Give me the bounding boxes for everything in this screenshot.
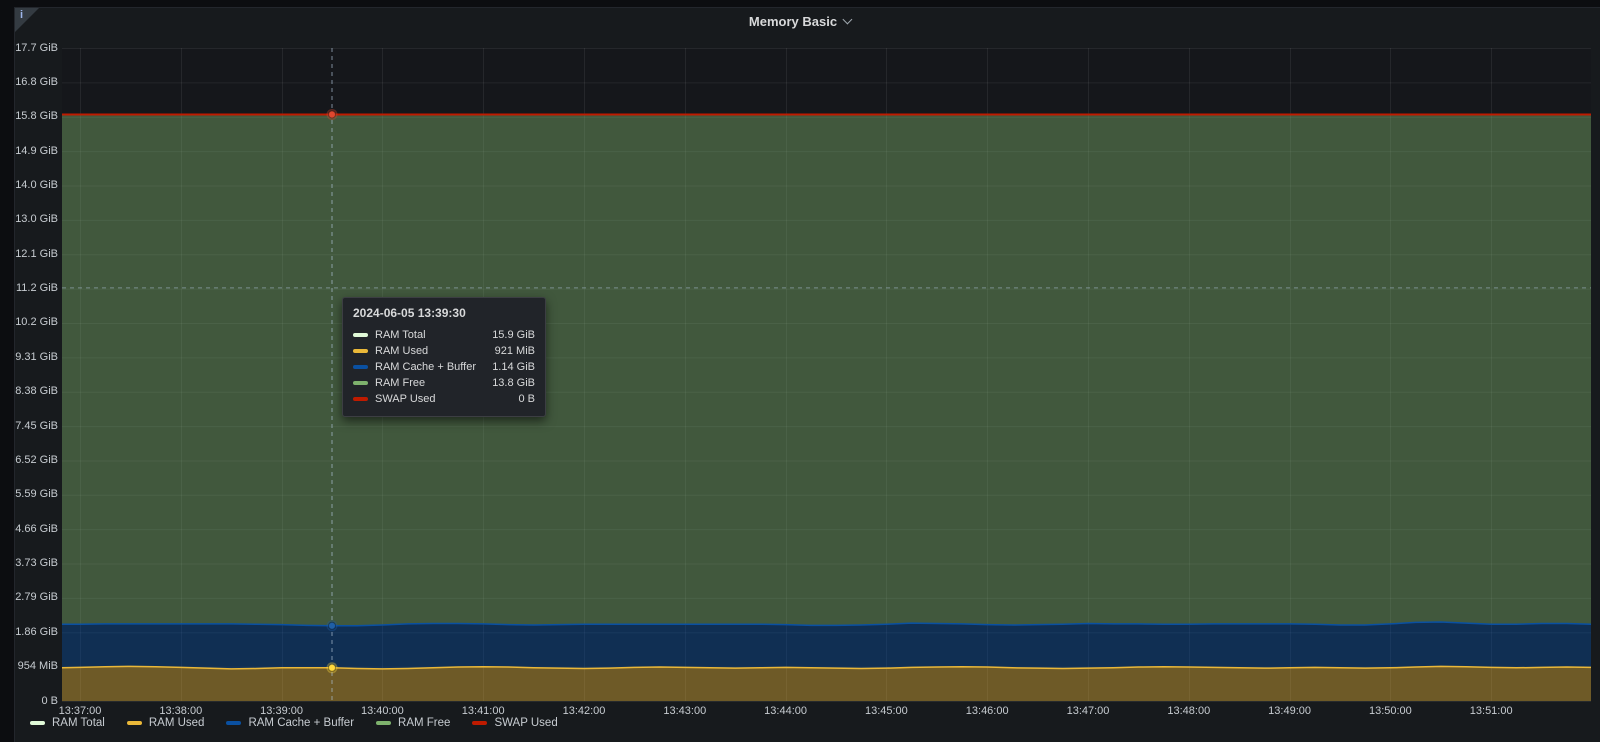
hover-point-ram-used <box>327 662 338 673</box>
legend-swatch <box>127 721 142 725</box>
stacked-areas <box>55 114 1592 701</box>
tooltip-row-ram-free: RAM Free 13.8 GiB <box>353 375 535 391</box>
legend-item-ram-cache-buffer[interactable]: RAM Cache + Buffer <box>226 717 354 729</box>
area-ram-cache-buffer <box>55 622 1592 669</box>
legend-label: RAM Cache + Buffer <box>248 717 354 729</box>
grafana-page: i Memory Basic 17.7 GiB16.8 GiB15.8 GiB1… <box>0 0 1600 742</box>
tooltip-series-name: RAM Used <box>375 345 428 357</box>
x-axis-label: 13:38:00 <box>159 705 202 717</box>
y-axis-label: 14.0 GiB <box>0 179 58 192</box>
x-axis-label: 13:45:00 <box>865 705 908 717</box>
tooltip-series-name: RAM Total <box>375 329 426 341</box>
y-axis-label: 7.45 GiB <box>0 420 58 433</box>
x-axis-label: 13:46:00 <box>966 705 1009 717</box>
x-axis-label: 13:44:00 <box>764 705 807 717</box>
x-axis-label: 13:50:00 <box>1369 705 1412 717</box>
y-axis-label: 15.8 GiB <box>0 110 58 123</box>
y-axis-label: 9.31 GiB <box>0 351 58 364</box>
legend-swatch <box>226 721 241 725</box>
legend-label: SWAP Used <box>494 717 557 729</box>
y-axis-label: 5.59 GiB <box>0 488 58 501</box>
y-axis-label: 12.1 GiB <box>0 248 58 261</box>
y-axis-label: 0 B <box>0 695 58 708</box>
legend-item-ram-free[interactable]: RAM Free <box>376 717 450 729</box>
area-ram-free <box>55 114 1592 625</box>
x-axis-label: 13:47:00 <box>1067 705 1110 717</box>
x-axis-label: 13:51:00 <box>1470 705 1513 717</box>
x-axis-label: 13:39:00 <box>260 705 303 717</box>
legend-item-swap-used[interactable]: SWAP Used <box>472 717 557 729</box>
legend: RAM Total RAM Used RAM Cache + Buffer RAM F… <box>30 717 558 729</box>
hover-tooltip: 2024-06-05 13:39:30 RAM Total15.9 GiBRAM… <box>342 297 546 417</box>
tooltip-swatch <box>353 381 368 385</box>
tooltip-series-name: RAM Cache + Buffer <box>375 361 476 373</box>
tooltip-series-name: SWAP Used <box>375 393 436 405</box>
area-ram-used <box>55 666 1592 701</box>
legend-swatch <box>472 721 487 725</box>
legend-swatch <box>30 721 45 725</box>
y-axis-label: 4.66 GiB <box>0 523 58 536</box>
tooltip-series-value: 15.9 GiB <box>492 329 535 341</box>
tooltip-swatch <box>353 349 368 353</box>
y-axis-label: 1.86 GiB <box>0 626 58 639</box>
x-axis-label: 13:40:00 <box>361 705 404 717</box>
memory-chart-plot[interactable] <box>0 0 1600 742</box>
tooltip-series-value: 921 MiB <box>495 345 535 357</box>
tooltip-row-ram-cache-buffer: RAM Cache + Buffer 1.14 GiB <box>353 359 535 375</box>
y-axis-label: 11.2 GiB <box>0 282 58 295</box>
tooltip-row-ram-total: RAM Total 15.9 GiB <box>353 327 535 343</box>
y-axis-label: 8.38 GiB <box>0 385 58 398</box>
legend-swatch <box>376 721 391 725</box>
hover-point-ram-cache-buffer <box>327 620 338 631</box>
tooltip-swatch <box>353 365 368 369</box>
tooltip-row-swap-used: SWAP Used 0 B <box>353 391 535 407</box>
legend-item-ram-total[interactable]: RAM Total <box>30 717 105 729</box>
tooltip-series-name: RAM Free <box>375 377 425 389</box>
legend-label: RAM Used <box>149 717 205 729</box>
x-axis-label: 13:49:00 <box>1268 705 1311 717</box>
y-axis-label: 2.79 GiB <box>0 591 58 604</box>
legend-label: RAM Free <box>398 717 450 729</box>
x-axis-label: 13:42:00 <box>563 705 606 717</box>
y-axis-label: 954 MiB <box>0 660 58 673</box>
y-axis-label: 17.7 GiB <box>0 42 58 55</box>
y-axis-label: 10.2 GiB <box>0 316 58 329</box>
x-axis-label: 13:48:00 <box>1167 705 1210 717</box>
y-axis-label: 14.9 GiB <box>0 145 58 158</box>
x-axis-label: 13:37:00 <box>59 705 102 717</box>
tooltip-series-value: 1.14 GiB <box>492 361 535 373</box>
y-axis-label: 13.0 GiB <box>0 213 58 226</box>
x-axis-label: 13:43:00 <box>663 705 706 717</box>
tooltip-series-value: 13.8 GiB <box>492 377 535 389</box>
y-axis-label: 3.73 GiB <box>0 557 58 570</box>
legend-label: RAM Total <box>52 717 105 729</box>
tooltip-timestamp: 2024-06-05 13:39:30 <box>353 306 535 320</box>
tooltip-swatch <box>353 397 368 401</box>
hover-point-swap-used <box>327 109 338 120</box>
tooltip-series-value: 0 B <box>518 393 535 405</box>
y-axis-label: 6.52 GiB <box>0 454 58 467</box>
tooltip-swatch <box>353 333 368 337</box>
legend-item-ram-used[interactable]: RAM Used <box>127 717 205 729</box>
y-axis-label: 16.8 GiB <box>0 76 58 89</box>
x-axis-label: 13:41:00 <box>462 705 505 717</box>
tooltip-row-ram-used: RAM Used 921 MiB <box>353 343 535 359</box>
